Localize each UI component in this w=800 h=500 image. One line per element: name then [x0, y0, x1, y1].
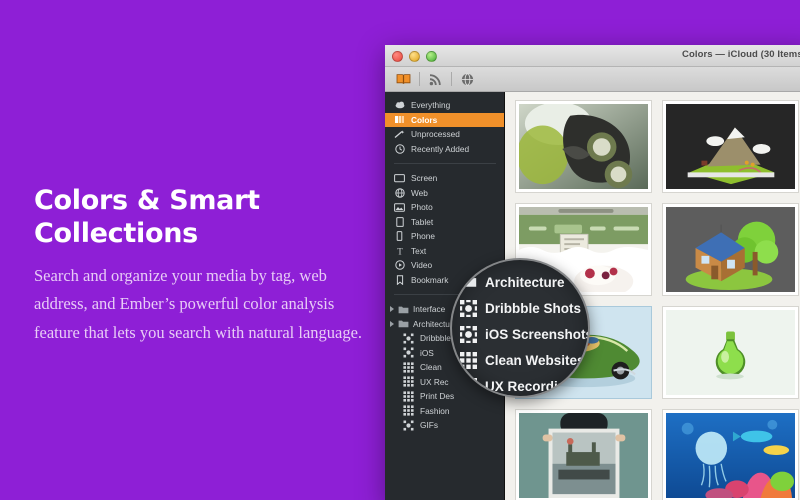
- thumb-popup-book[interactable]: [662, 100, 799, 193]
- grid-dot-icon: [403, 347, 414, 358]
- app-window: Colors — iCloud (30 Items) Everything Co…: [385, 45, 800, 500]
- globe-icon: [394, 187, 405, 198]
- magnified-item-label: Clean Websites: [485, 352, 585, 368]
- grid-dot-icon: [403, 420, 414, 431]
- traffic-lights: [392, 51, 437, 62]
- grid-icon: [403, 376, 414, 387]
- sidebar-item-everything[interactable]: Everything: [385, 98, 504, 113]
- text-icon: T: [394, 245, 405, 256]
- grid-icon: [403, 405, 414, 416]
- folder-icon: [398, 318, 409, 329]
- page-title: Colors & Smart Collections: [34, 185, 260, 250]
- promo-panel: Colors & Smart Collections Search and or…: [0, 0, 400, 500]
- thumb-potion-icon[interactable]: [662, 306, 799, 399]
- sidebar-divider-1: [394, 163, 496, 164]
- sidebar-item-label: Fashion: [420, 405, 450, 416]
- svg-text:T: T: [397, 246, 403, 256]
- magnified-item-label: iOS Screenshots: [485, 326, 590, 342]
- sidebar-item-web[interactable]: Web: [385, 186, 504, 201]
- grid-dot-icon: [460, 299, 477, 317]
- tablet-icon: [394, 216, 405, 227]
- sidebar-item-fashion[interactable]: Fashion: [385, 404, 504, 419]
- photo-icon: [394, 202, 405, 213]
- rss-icon[interactable]: [423, 69, 448, 90]
- sidebar-item-recently-added[interactable]: Recently Added: [385, 142, 504, 157]
- promo-description: Search and organize your media by tag, w…: [34, 266, 363, 342]
- toolbar-separator-2: [451, 72, 452, 86]
- sidebar-item-photo[interactable]: Photo: [385, 200, 504, 215]
- folder-icon: [398, 304, 409, 315]
- sidebar-item-label: Clean: [420, 362, 442, 373]
- chevron-right-icon[interactable]: [390, 306, 394, 313]
- sidebar-item-tablet[interactable]: Tablet: [385, 215, 504, 230]
- library-icon[interactable]: [391, 69, 416, 90]
- sidebar-item-label: iOS: [420, 347, 434, 358]
- thumb-coral-reef[interactable]: [662, 409, 799, 500]
- magnified-item-dribbble-shots[interactable]: Dribbble Shots: [456, 295, 588, 321]
- toolbar-separator-1: [419, 72, 420, 86]
- sidebar-item-label: Photo: [411, 202, 433, 213]
- window-body: Everything Colors Unprocessed Recently A…: [385, 92, 800, 500]
- thumb-poster[interactable]: [515, 409, 652, 500]
- sidebar-item-label: Colors: [411, 114, 438, 125]
- sidebar-item-label: Phone: [411, 231, 435, 242]
- phone-icon: [394, 231, 405, 242]
- sidebar-item-label: Bookmark: [411, 274, 449, 285]
- chevron-right-icon[interactable]: [390, 320, 394, 327]
- grid-icon: [403, 391, 414, 402]
- sidebar-item-label: Unprocessed: [411, 129, 460, 140]
- magnified-item-label: Dribbble Shots: [485, 300, 582, 316]
- sidebar-item-screen[interactable]: Screen: [385, 171, 504, 186]
- web-icon[interactable]: [455, 69, 480, 90]
- clock-icon: [394, 143, 405, 154]
- grid-icon: [460, 351, 477, 369]
- video-icon: [394, 260, 405, 271]
- thumb-3d-render[interactable]: [515, 100, 652, 193]
- wand-icon: [394, 129, 405, 140]
- zoom-button[interactable]: [426, 51, 437, 62]
- sidebar-item-label: Print Des: [420, 391, 455, 402]
- grid-icon: [403, 362, 414, 373]
- sidebar-item-label: Text: [411, 245, 427, 256]
- sidebar-item-text[interactable]: T Text: [385, 244, 504, 259]
- sidebar-item-phone[interactable]: Phone: [385, 229, 504, 244]
- close-button[interactable]: [392, 51, 403, 62]
- sidebar-item-print-design[interactable]: Print Des: [385, 389, 504, 404]
- bookmark-icon: [394, 274, 405, 285]
- sidebar-item-label: Video: [411, 260, 433, 271]
- screen-icon: [394, 173, 405, 184]
- sidebar-item-label: Recently Added: [411, 143, 470, 154]
- magnifier-lens: Architecture Dribbble Shots iOS Screensh…: [450, 258, 590, 398]
- sidebar-item-label: Screen: [411, 173, 438, 184]
- sidebar-item-label: Tablet: [411, 216, 434, 227]
- window-titlebar: Colors — iCloud (30 Items): [385, 45, 800, 67]
- thumb-iso-house[interactable]: [662, 203, 799, 296]
- magnified-collection-list: Architecture Dribbble Shots iOS Screensh…: [452, 260, 588, 396]
- grid-dot-icon: [460, 325, 477, 343]
- sidebar-item-label: Dribbble: [420, 333, 451, 344]
- cloud-icon: [394, 100, 405, 111]
- sidebar-item-label: Interface: [413, 304, 446, 315]
- magnified-item-label: Architecture: [485, 274, 565, 290]
- minimize-button[interactable]: [409, 51, 420, 62]
- colors-icon: [394, 114, 405, 125]
- sidebar-item-gifs[interactable]: GIFs: [385, 418, 504, 433]
- magnified-item-ios-screenshots[interactable]: iOS Screenshots: [456, 321, 588, 347]
- sidebar-item-label: Web: [411, 187, 428, 198]
- grid-dot-icon: [403, 333, 414, 344]
- sidebar-item-label: UX Rec: [420, 376, 449, 387]
- window-title: Colors — iCloud (30 Items): [681, 49, 800, 60]
- sidebar-item-unprocessed[interactable]: Unprocessed: [385, 127, 504, 142]
- sidebar-item-colors[interactable]: Colors: [385, 112, 504, 127]
- sidebar-item-label: Everything: [411, 100, 451, 111]
- toolbar: [385, 67, 800, 92]
- sidebar-item-label: GIFs: [420, 420, 438, 431]
- magnified-item-clean-websites[interactable]: Clean Websites: [456, 347, 588, 373]
